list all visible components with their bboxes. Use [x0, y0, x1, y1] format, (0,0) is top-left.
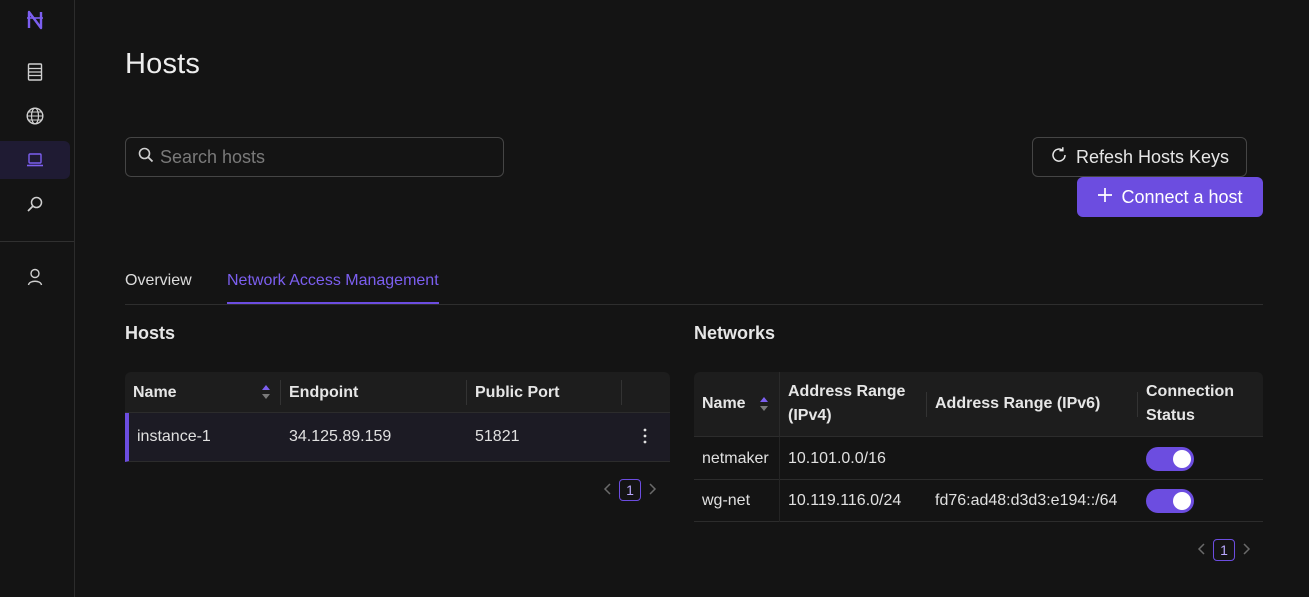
- search-box[interactable]: [125, 137, 504, 177]
- table-row[interactable]: netmaker 10.101.0.0/16: [694, 437, 1263, 480]
- tab-network-access-management[interactable]: Network Access Management: [227, 272, 439, 304]
- networks-table-header: Name Address Range (IPv4) Address Range …: [694, 372, 1263, 437]
- column-separator: [779, 372, 780, 437]
- page-title: Hosts: [125, 48, 201, 80]
- sidebar: [0, 0, 75, 597]
- refresh-icon: [1050, 146, 1068, 169]
- hosts-section-title: Hosts: [125, 323, 176, 343]
- user-icon[interactable]: [0, 258, 70, 296]
- sort-icon[interactable]: [759, 395, 769, 413]
- network-ipv4-cell: 10.101.0.0/16: [788, 450, 886, 467]
- column-header-ipv4-line2: (IPv4): [788, 407, 832, 424]
- search-icon: [138, 147, 154, 168]
- more-options-icon[interactable]: [639, 426, 651, 446]
- connect-host-label: Connect a host: [1121, 186, 1243, 207]
- column-header-ipv4-line1: Address Range: [788, 383, 906, 400]
- connection-status-toggle[interactable]: [1146, 447, 1194, 471]
- refresh-hosts-keys-label: Refesh Hosts Keys: [1075, 146, 1230, 167]
- column-header-status-line2: Status: [1146, 407, 1195, 424]
- page-number[interactable]: 1: [619, 479, 641, 501]
- next-page-icon[interactable]: [647, 482, 657, 499]
- column-separator: [779, 437, 780, 480]
- network-name-cell: netmaker: [702, 450, 769, 467]
- plus-icon: [1097, 187, 1113, 208]
- prev-page-icon[interactable]: [603, 482, 613, 499]
- sidebar-divider: [0, 241, 74, 242]
- networks-table: Name Address Range (IPv4) Address Range …: [694, 372, 1263, 522]
- host-name-cell: instance-1: [137, 428, 211, 445]
- column-header-public-port: Public Port: [475, 384, 560, 401]
- networks-pagination: 1: [1197, 539, 1251, 561]
- tab-overview[interactable]: Overview: [125, 272, 192, 302]
- prev-page-icon[interactable]: [1197, 542, 1207, 559]
- server-icon[interactable]: [0, 53, 70, 91]
- hosts-pagination: 1: [603, 479, 657, 501]
- column-header-name[interactable]: Name: [702, 392, 746, 416]
- search-icon[interactable]: [0, 185, 70, 223]
- connection-status-toggle[interactable]: [1146, 489, 1194, 513]
- tab-bar: Overview Network Access Management: [125, 262, 1263, 305]
- globe-icon[interactable]: [0, 97, 70, 135]
- host-endpoint-cell: 34.125.89.159: [289, 428, 392, 445]
- column-separator: [466, 380, 467, 405]
- hosts-table: Name Endpoint Public Port instance-1 34.…: [125, 372, 670, 462]
- column-separator: [280, 380, 281, 405]
- app-root: Hosts Refesh Hosts Keys Connect a host O…: [0, 0, 1309, 597]
- hosts-table-header: Name Endpoint Public Port: [125, 372, 670, 413]
- column-header-endpoint: Endpoint: [289, 384, 359, 401]
- column-separator: [779, 480, 780, 522]
- column-header-name[interactable]: Name: [133, 381, 177, 405]
- next-page-icon[interactable]: [1241, 542, 1251, 559]
- column-header-ipv6: Address Range (IPv6): [935, 395, 1101, 412]
- search-input[interactable]: [160, 146, 480, 168]
- laptop-icon[interactable]: [0, 141, 70, 179]
- network-ipv4-cell: 10.119.116.0/24: [788, 492, 902, 509]
- table-row[interactable]: wg-net 10.119.116.0/24 fd76:ad48:d3d3:e1…: [694, 480, 1263, 522]
- page-number[interactable]: 1: [1213, 539, 1235, 561]
- host-port-cell: 51821: [475, 428, 520, 445]
- networks-section-title: Networks: [694, 323, 776, 343]
- column-header-status-line1: Connection: [1146, 383, 1234, 400]
- connect-host-button[interactable]: Connect a host: [1077, 177, 1263, 217]
- column-separator: [926, 392, 927, 417]
- table-row[interactable]: instance-1 34.125.89.159 51821: [125, 413, 670, 462]
- column-separator: [1137, 392, 1138, 417]
- column-separator: [621, 380, 622, 405]
- refresh-hosts-keys-button[interactable]: Refesh Hosts Keys: [1032, 137, 1247, 177]
- sort-icon[interactable]: [261, 383, 271, 401]
- netmaker-logo-icon[interactable]: [0, 1, 70, 39]
- network-ipv6-cell: fd76:ad48:d3d3:e194::/64: [935, 492, 1118, 509]
- network-name-cell: wg-net: [702, 492, 751, 509]
